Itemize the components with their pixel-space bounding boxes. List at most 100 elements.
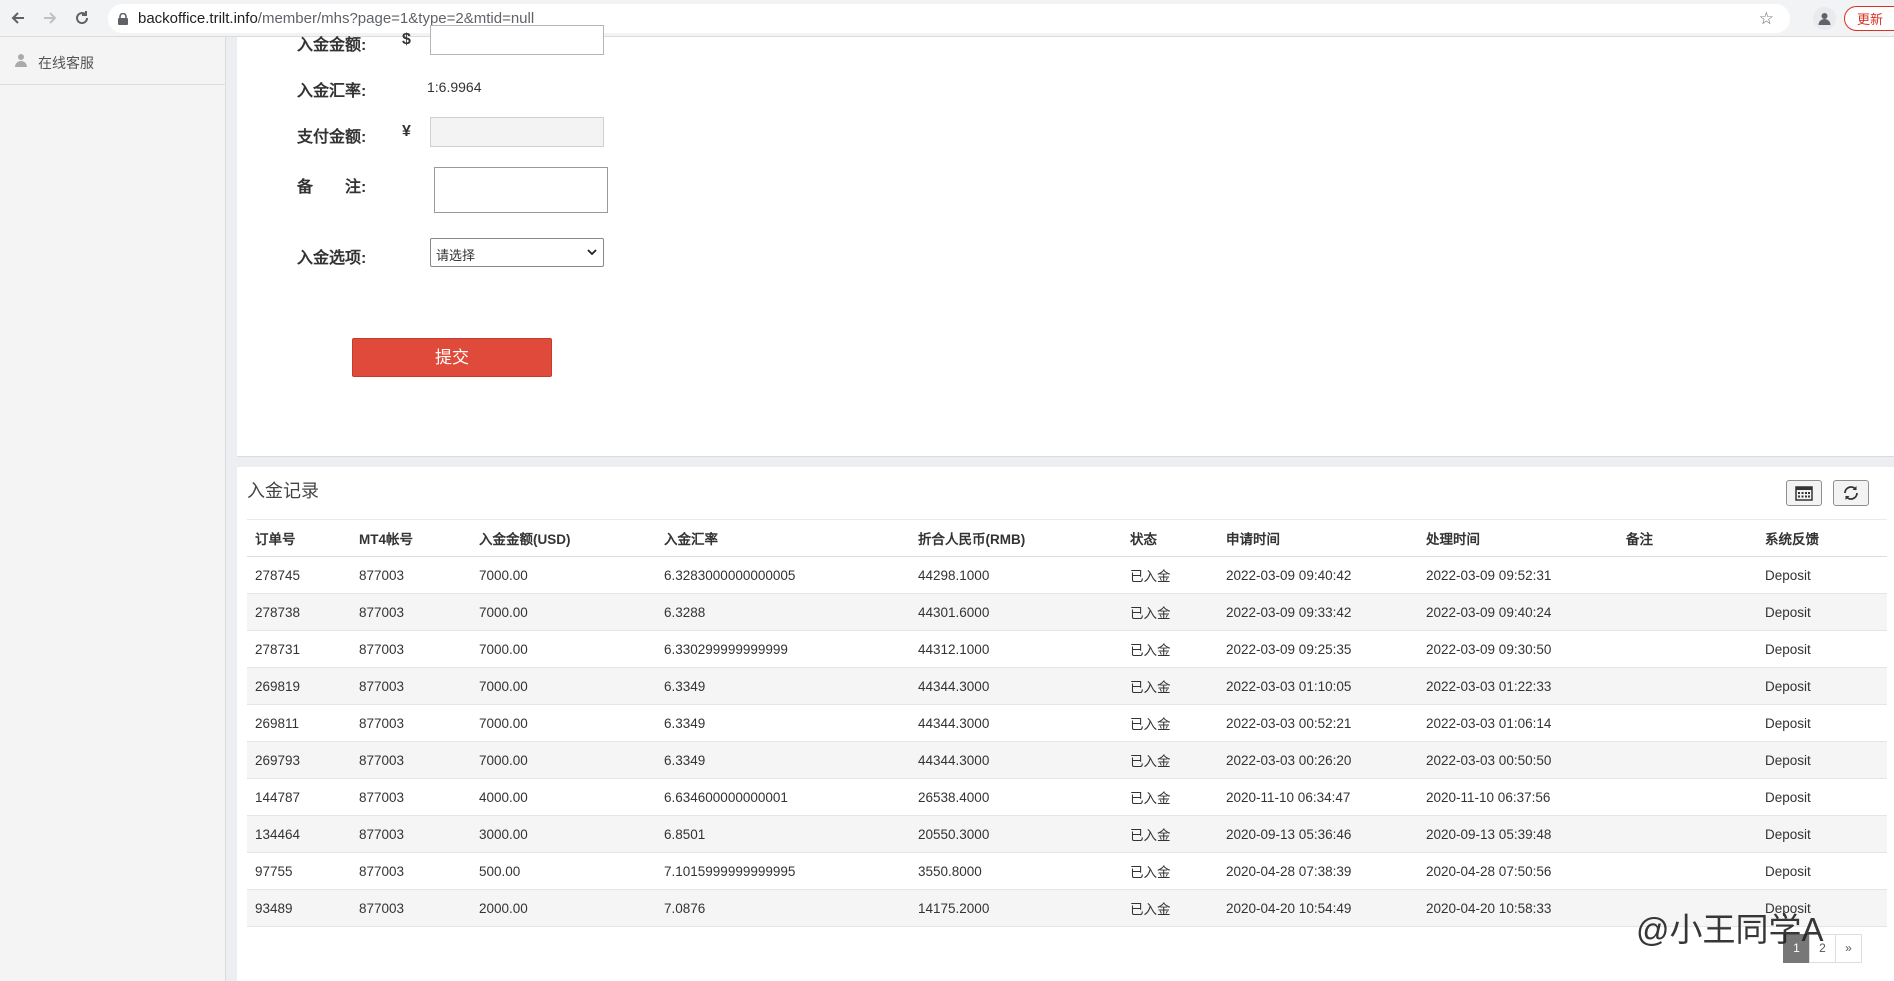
- table-cell: 2022-03-09 09:30:50: [1418, 630, 1618, 668]
- next-page-button[interactable]: »: [1835, 934, 1862, 963]
- watermark: @小王同学A: [1636, 911, 1824, 948]
- table-cell: 44344.3000: [910, 704, 1122, 742]
- column-header: 折合人民币(RMB): [910, 519, 1122, 557]
- pay-amount-label: 支付金额:: [297, 129, 367, 146]
- table-cell: 2020-11-10 06:34:47: [1218, 778, 1418, 816]
- table-cell: 877003: [351, 667, 471, 705]
- table-cell: 已入金: [1122, 741, 1218, 779]
- column-header: 状态: [1122, 519, 1218, 557]
- sidebar-item-online-service[interactable]: 在线客服: [0, 37, 226, 85]
- table-cell: 877003: [351, 778, 471, 816]
- table-cell: 278738: [247, 593, 351, 631]
- table-cell: 6.3349: [656, 704, 910, 742]
- table-cell: Deposit: [1757, 704, 1887, 742]
- sidebar: 在线客服: [0, 37, 226, 981]
- table-cell: 44344.3000: [910, 741, 1122, 779]
- table-cell: [1618, 741, 1757, 779]
- table-row: 144787 877003 4000.00 6.634600000000001 2653…: [247, 778, 1887, 816]
- table-cell: 44344.3000: [910, 667, 1122, 705]
- amount-label: 入金金额:: [297, 37, 367, 54]
- table-cell: 2022-03-03 00:26:20: [1218, 741, 1418, 779]
- remark-textarea[interactable]: [434, 167, 608, 213]
- table-cell: Deposit: [1757, 630, 1887, 668]
- table-cell: 269819: [247, 667, 351, 705]
- reload-icon[interactable]: [70, 6, 94, 30]
- address-bar[interactable]: backoffice.trilt.info/member/mhs?page=1&…: [108, 4, 1790, 33]
- table-cell: 7.1015999999999995: [656, 852, 910, 890]
- table-cell: 6.8501: [656, 815, 910, 853]
- table-cell: 已入金: [1122, 889, 1218, 927]
- amount-currency: $: [402, 31, 411, 48]
- table-cell: 7000.00: [471, 630, 656, 668]
- table-cell: [1618, 704, 1757, 742]
- table-cell: 2020-04-20 10:58:33: [1418, 889, 1618, 927]
- bookmark-star-icon[interactable]: ☆: [1759, 9, 1774, 29]
- table-cell: 已入金: [1122, 593, 1218, 631]
- table-cell: 269811: [247, 704, 351, 742]
- table-cell: [1618, 778, 1757, 816]
- table-cell: [1618, 556, 1757, 594]
- table-cell: 已入金: [1122, 667, 1218, 705]
- deposit-option-value: 请选择: [436, 248, 476, 263]
- table-cell: 2022-03-03 01:22:33: [1418, 667, 1618, 705]
- table-cell: 7000.00: [471, 593, 656, 631]
- column-header: MT4帐号: [351, 519, 471, 557]
- table-cell: Deposit: [1757, 815, 1887, 853]
- pay-currency: ¥: [402, 123, 411, 140]
- submit-button[interactable]: 提交: [352, 338, 552, 377]
- table-row: 134464 877003 3000.00 6.8501 20550.3000 已入金 20…: [247, 815, 1887, 853]
- table-cell: 144787: [247, 778, 351, 816]
- table-cell: 877003: [351, 704, 471, 742]
- table-cell: 7000.00: [471, 556, 656, 594]
- table-row: 278738 877003 7000.00 6.3288 44301.6000 已入金 20…: [247, 593, 1887, 631]
- table-cell: 44312.1000: [910, 630, 1122, 668]
- pay-amount-input[interactable]: [430, 117, 604, 147]
- table-cell: 2022-03-09 09:25:35: [1218, 630, 1418, 668]
- table-cell: [1618, 630, 1757, 668]
- forward-icon[interactable]: [38, 6, 62, 30]
- column-header: 系统反馈: [1757, 519, 1887, 557]
- table-cell: 已入金: [1122, 556, 1218, 594]
- calendar-icon[interactable]: [1786, 480, 1822, 506]
- column-header: 处理时间: [1418, 519, 1618, 557]
- column-header: 订单号: [247, 519, 351, 557]
- table-cell: 97755: [247, 852, 351, 890]
- lock-icon: [118, 12, 128, 30]
- update-button[interactable]: 更新: [1844, 6, 1894, 31]
- table-cell: 2020-11-10 06:37:56: [1418, 778, 1618, 816]
- table-cell: 6.634600000000001: [656, 778, 910, 816]
- url-domain: backoffice.trilt.info: [138, 10, 258, 27]
- table-cell: 已入金: [1122, 852, 1218, 890]
- table-cell: 3000.00: [471, 815, 656, 853]
- table-cell: 6.3349: [656, 667, 910, 705]
- table-cell: Deposit: [1757, 852, 1887, 890]
- table-row: 278745 877003 7000.00 6.3283000000000005 442…: [247, 556, 1887, 594]
- table-cell: 26538.4000: [910, 778, 1122, 816]
- table-cell: 2022-03-09 09:40:42: [1218, 556, 1418, 594]
- table-cell: Deposit: [1757, 778, 1887, 816]
- sidebar-item-label: 在线客服: [38, 55, 94, 71]
- table-row: 269793 877003 7000.00 6.3349 44344.3000 已入金 20…: [247, 741, 1887, 779]
- column-header: 入金金额(USD): [471, 519, 656, 557]
- table-row: 97755 877003 500.00 7.1015999999999995 3550.…: [247, 852, 1887, 890]
- back-icon[interactable]: [6, 6, 30, 30]
- table-cell: [1618, 852, 1757, 890]
- table-cell: 已入金: [1122, 630, 1218, 668]
- deposit-option-label: 入金选项:: [297, 250, 367, 267]
- profile-avatar-icon[interactable]: [1813, 7, 1836, 30]
- table-cell: 已入金: [1122, 815, 1218, 853]
- table-cell: 877003: [351, 593, 471, 631]
- table-cell: 6.3288: [656, 593, 910, 631]
- browser-toolbar: backoffice.trilt.info/member/mhs?page=1&…: [0, 0, 1894, 37]
- deposit-option-select[interactable]: 请选择: [430, 238, 604, 267]
- table-cell: 6.3283000000000005: [656, 556, 910, 594]
- table-cell: 6.3349: [656, 741, 910, 779]
- table-cell: 2020-09-13 05:39:48: [1418, 815, 1618, 853]
- table-cell: 2020-09-13 05:36:46: [1218, 815, 1418, 853]
- table-cell: 4000.00: [471, 778, 656, 816]
- table-cell: 7.0876: [656, 889, 910, 927]
- table-cell: 2020-04-28 07:50:56: [1418, 852, 1618, 890]
- amount-input[interactable]: [430, 25, 604, 55]
- refresh-icon[interactable]: [1833, 480, 1869, 506]
- table-cell: [1618, 593, 1757, 631]
